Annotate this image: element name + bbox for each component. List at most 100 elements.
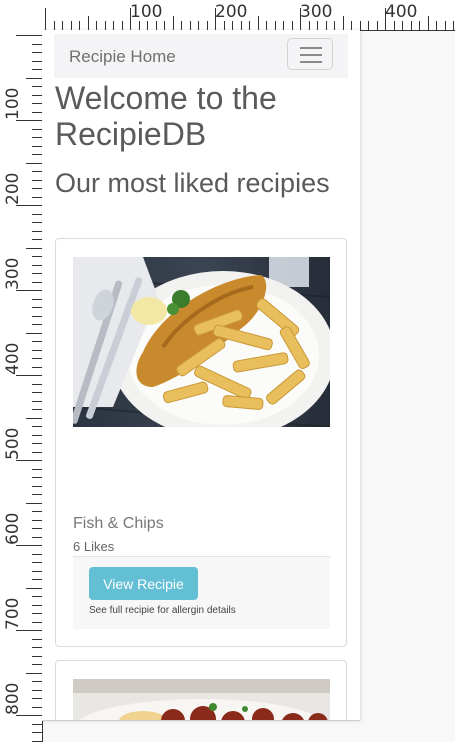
- ruler-tick: [32, 341, 42, 342]
- ruler-tick: [32, 392, 42, 393]
- ruler-tick: [32, 60, 42, 62]
- ruler-tick: [16, 35, 42, 36]
- ruler-tick: [32, 94, 42, 96]
- ruler-tick: [26, 162, 42, 164]
- ruler-tick: [419, 21, 420, 30]
- ruler-tick: [138, 21, 140, 30]
- ruler-tick: [249, 21, 250, 30]
- ruler-tick: [376, 21, 378, 30]
- ruler-tick: [32, 111, 42, 113]
- ruler-tick: [32, 307, 42, 308]
- ruler-tick: [16, 120, 42, 121]
- ruler-label-v500: 500: [3, 427, 23, 460]
- card-footer: View Recipie See full recipie for allerg…: [73, 556, 330, 629]
- ruler-tick: [215, 8, 216, 30]
- ruler-label-v100: 100: [3, 87, 23, 120]
- ruler-tick: [453, 21, 454, 30]
- ruler-tick: [96, 21, 97, 30]
- ruler-tick: [274, 21, 276, 30]
- ruler-tick: [359, 21, 361, 30]
- allergen-note: See full recipie for allergin details: [89, 605, 236, 616]
- ruler-tick: [32, 128, 42, 130]
- ruler-tick: [232, 21, 233, 30]
- ruler-tick: [32, 179, 42, 181]
- ruler-tick: [266, 21, 267, 30]
- ruler-tick: [32, 264, 42, 266]
- ruler-tick: [283, 21, 284, 30]
- ruler-tick: [32, 723, 42, 725]
- ruler-tick: [32, 494, 42, 495]
- recipe-title: Fish & Chips: [73, 515, 164, 532]
- ruler-tick: [444, 21, 446, 30]
- ruler-tick: [32, 383, 42, 385]
- ruler-tick: [300, 8, 301, 30]
- ruler-tick: [26, 672, 42, 674]
- ruler-tick: [32, 477, 42, 478]
- fish-and-chips-photo: [73, 257, 330, 427]
- ruler-tick: [26, 77, 42, 79]
- ruler-tick: [32, 171, 42, 172]
- ruler-tick: [257, 16, 259, 30]
- ruler-tick: [113, 21, 114, 30]
- ruler-tick: [32, 69, 42, 70]
- ruler-tick: [32, 52, 42, 53]
- ruler-tick: [198, 21, 199, 30]
- meatballs-pasta-photo: [73, 679, 330, 720]
- ruler-tick: [32, 698, 42, 699]
- ruler-tick: [45, 8, 46, 30]
- ruler-tick: [32, 689, 42, 691]
- ruler-tick: [32, 604, 42, 606]
- ruler-tick: [32, 196, 42, 198]
- ruler-tick: [32, 324, 42, 325]
- ruler-tick: [393, 21, 395, 30]
- ruler-label-100: 100: [130, 2, 163, 22]
- ruler-tick: [189, 21, 191, 30]
- ruler-tick: [164, 21, 165, 30]
- ruler-tick: [32, 298, 42, 300]
- ruler-tick: [32, 188, 42, 189]
- ruler-tick: [16, 630, 42, 631]
- ruler-tick: [342, 16, 344, 30]
- ruler-tick: [32, 145, 42, 147]
- vertical-ruler: 100 200 300 400 500 600 700 800: [0, 30, 43, 742]
- ruler-tick: [32, 366, 42, 368]
- ruler-tick: [32, 536, 42, 538]
- ruler-tick: [32, 570, 42, 572]
- brand-link[interactable]: Recipie Home: [69, 47, 176, 67]
- view-recipe-button[interactable]: View Recipie: [89, 567, 198, 600]
- ruler-label-v800: 800: [3, 682, 23, 715]
- ruler-tick: [62, 21, 63, 30]
- ruler-tick: [32, 154, 42, 155]
- ruler-tick: [26, 247, 42, 249]
- ruler-tick: [32, 358, 42, 359]
- section-heading: Our most liked recipies: [55, 168, 330, 198]
- ruler-tick: [427, 16, 429, 30]
- ruler-tick: [32, 426, 42, 427]
- ruler-tick: [32, 562, 42, 563]
- ruler-tick: [32, 485, 42, 487]
- ruler-tick: [334, 21, 335, 30]
- ruler-tick: [206, 21, 208, 30]
- ruler-tick: [32, 638, 42, 640]
- ruler-tick: [32, 655, 42, 657]
- ruler-tick: [32, 613, 42, 614]
- ruler-tick: [32, 256, 42, 257]
- ruler-tick: [181, 21, 182, 30]
- ruler-label-v200: 200: [3, 172, 23, 205]
- ruler-tick: [402, 21, 403, 30]
- ruler-tick: [32, 349, 42, 351]
- navbar-toggle-button[interactable]: [287, 38, 333, 70]
- ruler-tick: [32, 281, 42, 283]
- ruler-tick: [32, 400, 42, 402]
- ruler-tick: [32, 137, 42, 138]
- ruler-tick: [240, 21, 242, 30]
- ruler-tick: [104, 21, 106, 30]
- ruler-tick: [436, 21, 437, 30]
- page-title: Welcome to the RecipieDB: [55, 80, 277, 152]
- ruler-tick: [16, 715, 42, 716]
- ruler-tick: [172, 16, 174, 30]
- ruler-tick: [16, 205, 42, 206]
- page-viewport[interactable]: Recipie Home Welcome to the RecipieDB Ou…: [42, 30, 360, 721]
- ruler-tick: [308, 21, 310, 30]
- ruler-corner: [0, 0, 42, 30]
